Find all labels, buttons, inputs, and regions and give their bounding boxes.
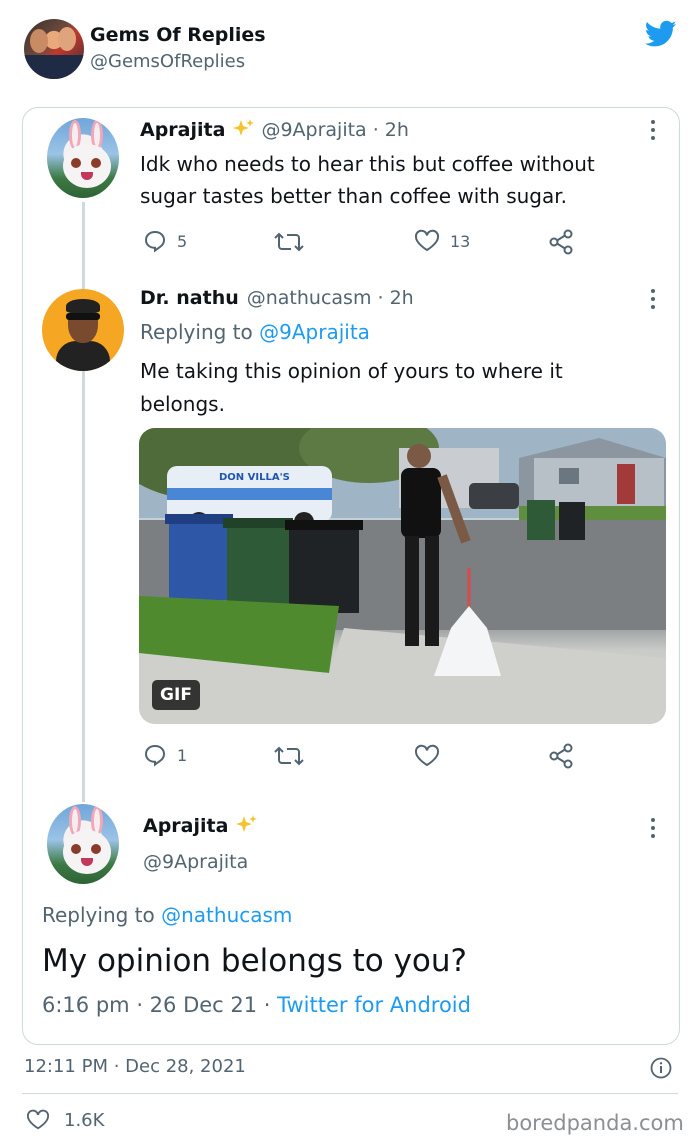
info-icon[interactable] bbox=[650, 1057, 672, 1079]
reply-icon bbox=[144, 744, 166, 767]
sparkles-icon bbox=[236, 815, 258, 832]
gif-badge: GIF bbox=[152, 680, 200, 710]
tweet3-source-link[interactable]: Twitter for Android bbox=[277, 993, 471, 1017]
gif-media[interactable]: DON VILLA'S bbox=[139, 428, 666, 724]
source-watermark: boredpanda.com bbox=[506, 1111, 684, 1135]
more-options-icon[interactable] bbox=[650, 119, 656, 141]
tweet2-display-name[interactable]: Dr. nathu bbox=[140, 287, 239, 309]
more-options-icon[interactable] bbox=[650, 288, 656, 310]
aprajita-avatar[interactable] bbox=[47, 804, 119, 884]
tweet1-reply-count: 5 bbox=[177, 231, 188, 251]
tweet2-text-line1: Me taking this opinion of yours to where… bbox=[140, 359, 563, 383]
heart-icon bbox=[26, 1109, 50, 1130]
gif-scene: DON VILLA'S bbox=[139, 428, 666, 724]
aprajita-avatar[interactable] bbox=[47, 118, 119, 198]
tweet3-replying-line: Replying to @nathucasm bbox=[42, 903, 292, 927]
tweet2-reply-button[interactable]: 1 bbox=[143, 743, 187, 767]
retweet-icon[interactable] bbox=[274, 230, 304, 254]
share-icon[interactable] bbox=[548, 229, 574, 255]
reply-icon bbox=[144, 230, 166, 253]
outer-display-name[interactable]: Gems Of Replies bbox=[90, 24, 266, 46]
tweet3-handle[interactable]: @9Aprajita bbox=[143, 851, 248, 873]
tweet3-text: My opinion belongs to you? bbox=[42, 943, 467, 979]
tweet1-like-button[interactable]: 13 bbox=[414, 229, 470, 253]
tweet1-reply-button[interactable]: 5 bbox=[143, 229, 187, 253]
tweet1-text-line2: sugar tastes better than coffee with sug… bbox=[140, 184, 568, 208]
tweet3-display-name[interactable]: Aprajita bbox=[143, 815, 228, 837]
tweet1-handle-time[interactable]: @9Aprajita · 2h bbox=[261, 119, 409, 141]
embed-like-button[interactable]: 1.6K bbox=[26, 1109, 104, 1131]
embed-like-count: 1.6K bbox=[64, 1109, 105, 1131]
sparkles-icon bbox=[233, 119, 255, 136]
twitter-bird-icon[interactable] bbox=[645, 20, 677, 48]
embed-timestamp[interactable]: 12:11 PM · Dec 28, 2021 bbox=[24, 1056, 246, 1077]
tweet1-text-line1: Idk who needs to hear this but coffee wi… bbox=[140, 152, 595, 176]
heart-icon[interactable] bbox=[414, 744, 440, 768]
tweet3-time[interactable]: 6:16 pm bbox=[42, 993, 130, 1017]
van-text: DON VILLA'S bbox=[219, 472, 290, 483]
heart-icon bbox=[414, 229, 440, 252]
share-icon[interactable] bbox=[548, 743, 574, 769]
replying-to-link[interactable]: @9Aprajita bbox=[259, 320, 370, 344]
tweet2-text-line2: belongs. bbox=[140, 392, 225, 416]
replying-prefix: Replying to bbox=[42, 903, 155, 927]
outer-handle[interactable]: @GemsOfReplies bbox=[90, 51, 245, 72]
tweet2-replying-line: Replying to @9Aprajita bbox=[140, 320, 370, 344]
tweet1-like-count: 13 bbox=[450, 231, 471, 251]
replying-to-link[interactable]: @nathucasm bbox=[161, 903, 292, 927]
tweet1-display-name[interactable]: Aprajita bbox=[140, 119, 225, 141]
outer-avatar[interactable] bbox=[24, 19, 84, 79]
tweet3-date[interactable]: 26 Dec 21 bbox=[150, 993, 257, 1017]
nathu-avatar[interactable] bbox=[42, 289, 124, 371]
tweet2-reply-count: 1 bbox=[177, 745, 188, 765]
more-options-icon[interactable] bbox=[650, 817, 656, 839]
retweet-icon[interactable] bbox=[274, 744, 304, 768]
tweet3-meta: 6:16 pm · 26 Dec 21 · Twitter for Androi… bbox=[42, 993, 471, 1017]
tweet2-handle-time[interactable]: @nathucasm · 2h bbox=[247, 287, 414, 309]
replying-prefix: Replying to bbox=[140, 320, 253, 344]
footer-divider bbox=[22, 1093, 678, 1094]
